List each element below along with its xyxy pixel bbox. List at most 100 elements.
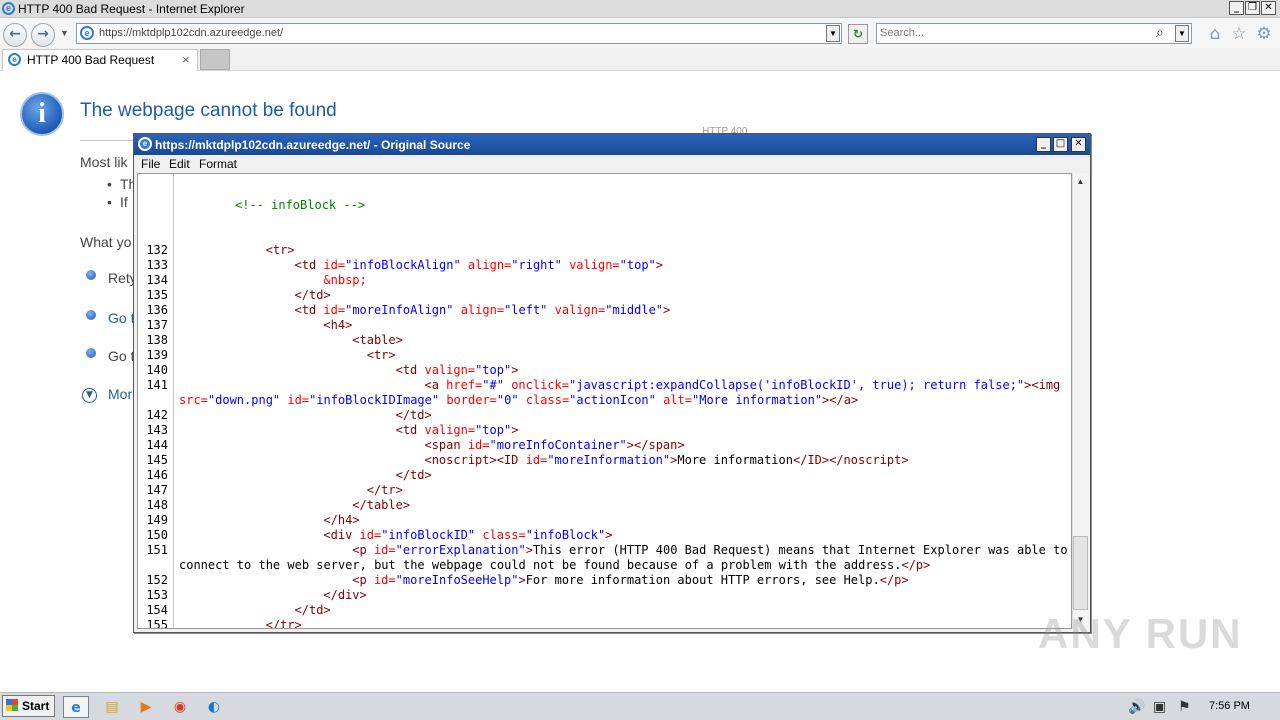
line-content: <span id="moreInfoContainer"></span> <box>424 438 685 452</box>
search-icon[interactable]: ⌕ <box>1156 25 1172 41</box>
minimize-button[interactable]: _ <box>1229 1 1244 15</box>
go-to-link[interactable]: Go t <box>108 310 134 326</box>
bullet-text: If <box>120 194 128 210</box>
address-dropdown-icon[interactable]: ▼ <box>826 25 840 42</box>
tab-close-icon[interactable]: × <box>182 52 190 67</box>
line-content: </tr> <box>265 618 302 629</box>
volume-icon[interactable]: 🔊 <box>1128 699 1145 715</box>
taskbar-chrome-icon[interactable]: ◉ <box>167 696 193 718</box>
taskbar-edge-icon[interactable]: ◐ <box>201 696 227 718</box>
action-bullet-icon <box>86 310 96 320</box>
taskbar-media-player-icon[interactable]: ▶ <box>133 696 159 718</box>
forward-arrow-icon[interactable]: → <box>31 23 55 47</box>
line-number: 147 <box>146 483 168 497</box>
code-line-wrapped: connect to the web server, but the webpa… <box>138 558 1071 573</box>
line-number: 133 <box>146 258 168 272</box>
action-center-flag-icon[interactable]: ⚑ <box>1178 699 1191 715</box>
network-icon[interactable]: ▣ <box>1153 699 1166 715</box>
source-maximize-button[interactable]: □ <box>1053 137 1068 152</box>
code-line: 140 <td valign="top"> <box>138 363 1071 378</box>
source-close-button[interactable]: ✕ <box>1071 137 1086 152</box>
line-content: </td> <box>395 408 432 422</box>
code-line: 147 </tr> <box>138 483 1071 498</box>
line-content: <a href="#" onclick="javascript:expandCo… <box>424 378 1061 392</box>
line-number: 146 <box>146 468 168 482</box>
line-content: &nbsp; <box>323 273 367 287</box>
new-tab-button[interactable] <box>200 49 230 70</box>
bullet-icon: • <box>107 194 112 210</box>
line-number: 145 <box>146 453 168 467</box>
line-number: 138 <box>146 333 168 347</box>
search-dropdown-icon[interactable]: ▼ <box>1175 25 1189 42</box>
menu-file[interactable]: File <box>141 157 160 171</box>
line-content: </td> <box>294 288 331 302</box>
history-dropdown-icon[interactable]: ▼ <box>60 26 70 40</box>
code-line: 153 </div> <box>138 588 1071 603</box>
source-ie-icon: e <box>138 137 152 151</box>
restore-button[interactable]: ❐ <box>1245 1 1260 15</box>
refresh-icon[interactable]: ↻ <box>848 24 868 44</box>
line-content: </td> <box>395 468 432 482</box>
code-line: 148 </table> <box>138 498 1071 513</box>
windows-logo-icon <box>6 699 18 711</box>
code-line-partial: <!-- infoBlock --> <box>138 198 1071 213</box>
search-input[interactable] <box>880 27 1150 39</box>
taskbar-explorer-icon[interactable]: ▤ <box>99 696 125 718</box>
code-line: 141 <a href="#" onclick="javascript:expan… <box>138 378 1071 393</box>
menu-edit[interactable]: Edit <box>169 157 190 171</box>
address-text[interactable]: https://mktdplp102cdn.azureedge.net/ <box>99 27 283 39</box>
code-line: 149 </h4> <box>138 513 1071 528</box>
source-menubar <box>134 155 1090 173</box>
code-line: 134 &nbsp; <box>138 273 1071 288</box>
expand-chevron-icon[interactable]: ▼ <box>82 388 97 403</box>
code-line: 152 <p id="moreInfoSeeHelp">For more info… <box>138 573 1071 588</box>
go-to-text: Go t <box>108 348 135 364</box>
source-minimize-button[interactable]: _ <box>1036 137 1051 152</box>
line-number: 143 <box>146 423 168 437</box>
partial-comment: <!-- infoBlock --> <box>235 198 366 212</box>
line-number: 137 <box>146 318 168 332</box>
code-line: 136 <td id="moreInfoAlign" align="left" v… <box>138 303 1071 318</box>
line-content: </td> <box>294 603 331 617</box>
line-content: <noscript><ID id="moreInformation">More … <box>424 453 909 467</box>
ie-logo-icon: e <box>2 2 15 15</box>
code-line: 139 <tr> <box>138 348 1071 363</box>
line-content: </h4> <box>323 513 360 527</box>
line-content-wrapped: src="down.png" id="infoBlockIDImage" bor… <box>179 393 859 407</box>
code-lines: <!-- infoBlock --> 132 <tr> 133 <td id="inf… <box>138 174 1071 629</box>
line-content: <h4> <box>323 318 353 332</box>
scrollbar-thumb[interactable] <box>1073 536 1088 610</box>
line-number: 152 <box>146 573 168 587</box>
favorites-star-icon[interactable]: ☆ <box>1229 24 1249 44</box>
code-line: 138 <table> <box>138 333 1071 348</box>
line-content: <p id="moreInfoSeeHelp">For more informa… <box>352 573 909 587</box>
what-you-text: What yo <box>80 234 132 250</box>
line-content: </table> <box>352 498 411 512</box>
more-information-link[interactable]: Mor <box>108 386 132 402</box>
code-line: 144 <span id="moreInfoContainer"></span> <box>138 438 1071 453</box>
line-number: 154 <box>146 603 168 617</box>
line-content: <td id="moreInfoAlign" align="left" vali… <box>294 303 671 317</box>
scroll-up-icon[interactable]: ▲ <box>1072 174 1089 189</box>
source-window-title: https://mktdplp102cdn.azureedge.net/ - O… <box>155 138 471 152</box>
line-number: 149 <box>146 513 168 527</box>
line-content: <table> <box>352 333 403 347</box>
line-content: <tr> <box>366 348 396 362</box>
back-arrow-icon[interactable]: ← <box>3 23 27 47</box>
tab-label[interactable]: HTTP 400 Bad Request <box>27 53 154 67</box>
line-number: 141 <box>146 378 168 392</box>
line-number: 140 <box>146 363 168 377</box>
code-line: 150 <div id="infoBlockID" class="infoBloc… <box>138 528 1071 543</box>
close-window-button[interactable]: ✕ <box>1261 1 1276 15</box>
line-number: 135 <box>146 288 168 302</box>
taskbar-ie-icon[interactable]: e <box>63 696 89 718</box>
code-line: 151 <p id="errorExplanation">This error (… <box>138 543 1071 558</box>
menu-format[interactable]: Format <box>199 157 237 171</box>
action-bullet-icon <box>86 270 96 280</box>
code-line: 155 </tr> <box>138 618 1071 629</box>
source-code-view[interactable]: <!-- infoBlock --> 132 <tr> 133 <td id="inf… <box>137 173 1072 629</box>
settings-gear-icon[interactable]: ⚙ <box>1254 24 1274 44</box>
line-content: <td valign="top"> <box>395 363 519 377</box>
home-icon[interactable]: ⌂ <box>1205 24 1225 44</box>
taskbar-clock[interactable]: 7:56 PM <box>1209 700 1250 712</box>
